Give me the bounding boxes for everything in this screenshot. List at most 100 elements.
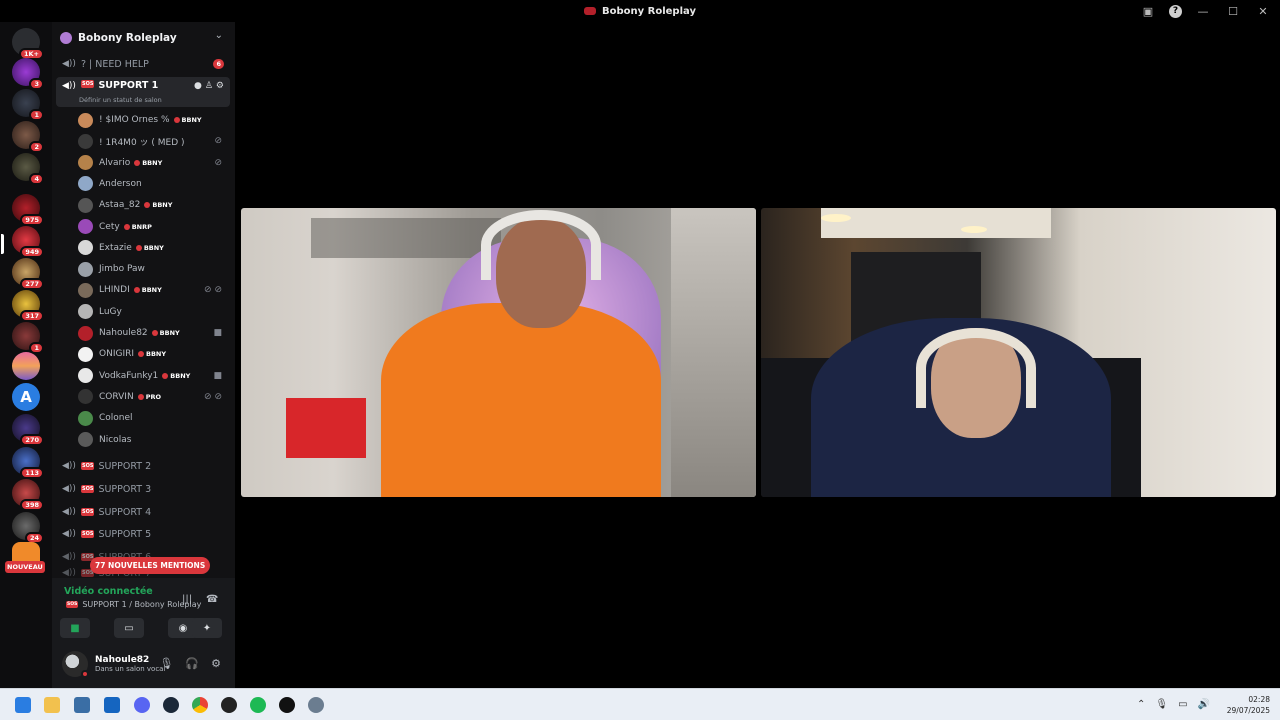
channel-support-4[interactable]: ◀)) SOS SUPPORT 4 bbox=[56, 502, 230, 522]
direct-messages-icon[interactable]: 1K+ bbox=[12, 28, 44, 60]
server-icon[interactable]: 4 bbox=[12, 153, 44, 185]
microphone-icon[interactable]: 🎙 bbox=[1155, 699, 1168, 710]
headphones-icon[interactable]: 🎧 bbox=[185, 657, 199, 670]
server-icon[interactable]: 113 bbox=[12, 447, 44, 479]
video-tile-right[interactable] bbox=[761, 208, 1276, 497]
voice-member[interactable]: Nahoule82 BBNY ■ bbox=[78, 323, 228, 343]
clock[interactable]: 02:28 29/07/2025 bbox=[1227, 694, 1270, 716]
server-icon[interactable]: 270 bbox=[12, 414, 44, 446]
gear-icon[interactable]: ⚙ bbox=[211, 657, 221, 670]
avatar[interactable] bbox=[78, 240, 93, 256]
spotify-icon[interactable] bbox=[250, 697, 266, 713]
channel-support-1[interactable]: ◀)) SOS SUPPORT 1 Définir un statut de s… bbox=[56, 77, 230, 107]
volume-icon[interactable]: 🔊 bbox=[1198, 699, 1210, 710]
settings-icon[interactable] bbox=[308, 697, 324, 713]
avatar[interactable] bbox=[78, 282, 93, 298]
soundboard-button[interactable]: ✦ bbox=[192, 618, 222, 638]
server-badge: 1 bbox=[29, 341, 44, 354]
noise-suppression-icon[interactable]: ||| bbox=[182, 594, 192, 605]
new-unreads-label[interactable]: NOUVEAU bbox=[5, 561, 45, 573]
chevron-up-icon[interactable]: ⌃ bbox=[1137, 699, 1145, 710]
avatar[interactable] bbox=[78, 133, 93, 149]
voice-member[interactable]: ONIGIRI BBNY bbox=[78, 344, 228, 364]
voice-member[interactable]: Alvario BBNY ⊘ bbox=[78, 153, 228, 173]
avatar[interactable] bbox=[78, 219, 93, 234]
avatar[interactable] bbox=[62, 651, 89, 678]
maximize-button[interactable]: ☐ bbox=[1224, 2, 1242, 20]
server-icon[interactable]: A bbox=[12, 383, 40, 411]
app-icon[interactable] bbox=[279, 697, 295, 713]
server-icon-bobony[interactable]: 949 bbox=[12, 226, 44, 258]
network-icon[interactable]: ▭ bbox=[1178, 699, 1187, 710]
voice-member[interactable]: ! $IMO Ornes % BBNY bbox=[78, 110, 228, 130]
voice-status[interactable]: Vidéo connectée bbox=[64, 586, 153, 597]
server-header[interactable]: Bobony Roleplay ⌄ bbox=[52, 26, 235, 50]
server-icon[interactable]: 24 bbox=[12, 512, 44, 544]
voice-member[interactable]: Astaa_82 BBNY bbox=[78, 195, 228, 215]
avatar[interactable] bbox=[78, 155, 93, 171]
server-rail: 1K+ 3 1 2 4 975 949 277 317 1 A 270 113 … bbox=[0, 22, 52, 688]
gear-icon[interactable]: ⚙ bbox=[216, 81, 224, 91]
channel-support-3[interactable]: ◀)) SOS SUPPORT 3 bbox=[56, 479, 230, 499]
help-icon[interactable]: ? bbox=[1169, 4, 1182, 18]
avatar[interactable] bbox=[78, 389, 93, 405]
server-icon[interactable]: 975 bbox=[12, 194, 44, 226]
inbox-icon[interactable]: ▣ bbox=[1139, 2, 1157, 20]
server-icon[interactable]: 2 bbox=[12, 121, 44, 153]
voice-member[interactable]: Cety BNRP bbox=[78, 217, 228, 237]
avatar[interactable] bbox=[78, 325, 93, 341]
voice-member[interactable]: Nicolas bbox=[78, 430, 228, 450]
chevron-down-icon[interactable]: ⌄ bbox=[215, 30, 223, 41]
guild-tag: BBNY bbox=[152, 329, 180, 337]
sos-icon: SOS bbox=[81, 462, 95, 470]
app-icon[interactable] bbox=[221, 697, 237, 713]
server-icon[interactable]: 398 bbox=[12, 479, 44, 511]
avatar[interactable] bbox=[78, 346, 93, 362]
voice-member[interactable]: Colonel bbox=[78, 408, 228, 428]
store-icon[interactable] bbox=[74, 697, 90, 713]
server-icon[interactable]: 1 bbox=[12, 322, 44, 354]
start-icon[interactable] bbox=[15, 697, 31, 713]
user-panel[interactable]: Nahoule82 Dans un salon vocal bbox=[62, 651, 165, 678]
chrome-icon[interactable] bbox=[192, 697, 208, 713]
avatar[interactable] bbox=[78, 261, 93, 277]
server-icon[interactable]: 1 bbox=[12, 89, 44, 121]
avatar[interactable] bbox=[78, 304, 93, 320]
video-tile-left[interactable] bbox=[241, 208, 756, 497]
avatar[interactable] bbox=[78, 410, 93, 426]
channel-status[interactable]: Définir un statut de salon bbox=[79, 96, 162, 104]
discord-icon[interactable] bbox=[134, 697, 150, 713]
chat-icon[interactable]: ● bbox=[194, 81, 202, 91]
voice-member[interactable]: Anderson bbox=[78, 174, 228, 194]
voice-member[interactable]: ! 1R4M0 ッ ( MED ) ⊘ bbox=[78, 131, 228, 151]
avatar[interactable] bbox=[78, 176, 93, 192]
avatar[interactable] bbox=[78, 197, 93, 213]
new-mentions-pill[interactable]: 77 NOUVELLES MENTIONS bbox=[90, 557, 211, 574]
server-icon[interactable]: 277 bbox=[12, 258, 44, 290]
voice-member[interactable]: CORVIN PRO ⊘ ⊘ bbox=[78, 387, 228, 407]
screen-share-button[interactable]: ▭ bbox=[114, 618, 144, 638]
channel-support-5[interactable]: ◀)) SOS SUPPORT 5 bbox=[56, 524, 230, 544]
server-icon[interactable]: 317 bbox=[12, 290, 44, 322]
close-button[interactable]: ✕ bbox=[1254, 2, 1272, 20]
avatar[interactable] bbox=[78, 112, 93, 128]
channel-need-help[interactable]: ◀)) ? | NEED HELP 6 bbox=[56, 54, 230, 74]
steam-icon[interactable] bbox=[163, 697, 179, 713]
minimize-button[interactable]: — bbox=[1194, 2, 1212, 20]
camera-button[interactable]: ■ bbox=[60, 618, 90, 638]
voice-member[interactable]: LuGy bbox=[78, 302, 228, 322]
voice-member[interactable]: Jimbo Paw bbox=[78, 259, 228, 279]
voice-member[interactable]: Extazie BBNY bbox=[78, 238, 228, 258]
file-explorer-icon[interactable] bbox=[44, 697, 60, 713]
microphone-icon[interactable]: 🎙 bbox=[159, 657, 173, 670]
avatar[interactable] bbox=[78, 432, 93, 447]
voice-member[interactable]: LHINDI BBNY ⊘ ⊘ bbox=[78, 280, 228, 300]
avatar[interactable] bbox=[78, 368, 93, 384]
channel-support-2[interactable]: ◀)) SOS SUPPORT 2 bbox=[56, 456, 230, 476]
disconnect-icon[interactable]: ☎ bbox=[206, 594, 218, 605]
outlook-icon[interactable] bbox=[104, 697, 120, 713]
server-icon[interactable]: 3 bbox=[12, 58, 44, 90]
invite-icon[interactable]: ♙ bbox=[205, 81, 213, 91]
voice-member[interactable]: VodkaFunky1 BBNY ■ bbox=[78, 366, 228, 386]
server-icon[interactable] bbox=[12, 352, 40, 380]
